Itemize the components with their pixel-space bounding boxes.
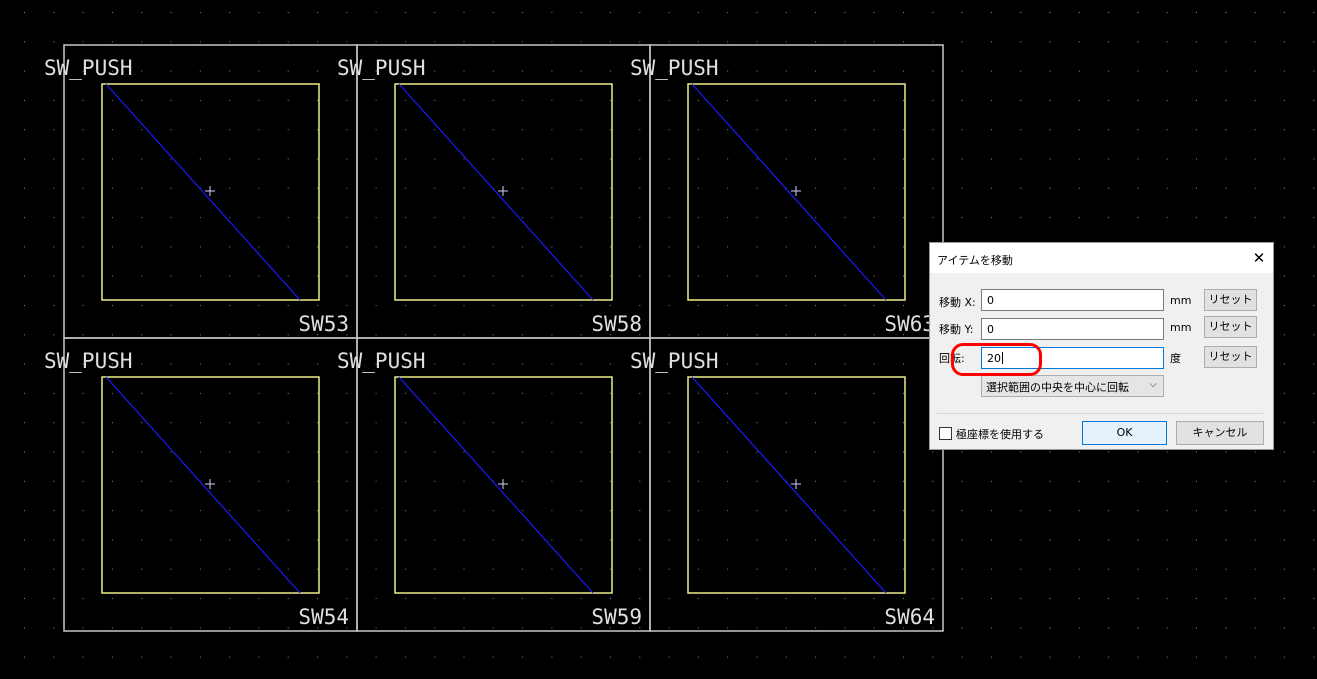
rotation-mode-value: 選択範囲の中央を中心に回転 [986,381,1129,394]
ok-button[interactable]: OK [1082,421,1167,445]
footprint-diagonal [398,83,594,301]
move-x-label: 移動 X: [939,296,976,309]
close-icon[interactable]: ✕ [1247,246,1271,270]
move-y-label: 移動 Y: [939,323,974,336]
footprint-value-label: SW_PUSH [337,56,426,80]
footprint-diagonal [105,83,301,301]
footprint-diagonal [398,376,594,594]
footprint-value-label: SW_PUSH [630,56,719,80]
reset-y-button[interactable]: リセット [1204,316,1257,338]
polar-coordinates-checkbox[interactable] [939,427,952,440]
footprint-reference-label: SW58 [591,312,642,336]
rotation-label: 回転: [939,352,965,365]
chevron-down-icon: ⌵ [1149,379,1157,390]
move-x-input[interactable]: 0 [981,289,1164,311]
footprint-value-label: SW_PUSH [337,349,426,373]
footprint-reference-label: SW59 [591,605,642,629]
footprint-reference-label: SW63 [884,312,935,336]
reset-x-button[interactable]: リセット [1204,289,1257,311]
polar-coordinates-label[interactable]: 極座標を使用する [956,426,1044,442]
footprint-value-label: SW_PUSH [630,349,719,373]
reset-rotation-button[interactable]: リセット [1204,346,1257,368]
footprint-diagonal [691,376,887,594]
rotation-input[interactable]: 20 [981,347,1164,369]
footprint-reference-label: SW64 [884,605,935,629]
dialog-title: アイテムを移動 [937,254,1013,267]
footprint-value-label: SW_PUSH [44,349,133,373]
footprint-diagonal [105,376,301,594]
footprint-value-label: SW_PUSH [44,56,133,80]
dialog-divider [937,413,1263,414]
footprint-reference-label: SW53 [298,312,349,336]
move-x-unit: mm [1170,294,1192,307]
rotation-mode-select[interactable]: 選択範囲の中央を中心に回転 ⌵ [981,375,1164,397]
move-y-unit: mm [1170,321,1192,334]
move-y-input[interactable]: 0 [981,318,1164,340]
footprint-diagonal [691,83,887,301]
cancel-button[interactable]: キャンセル [1176,421,1264,445]
dialog-titlebar[interactable]: アイテムを移動 ✕ [930,243,1273,273]
text-caret [1002,352,1003,364]
rotation-unit: 度 [1170,352,1181,365]
footprint-reference-label: SW54 [298,605,349,629]
